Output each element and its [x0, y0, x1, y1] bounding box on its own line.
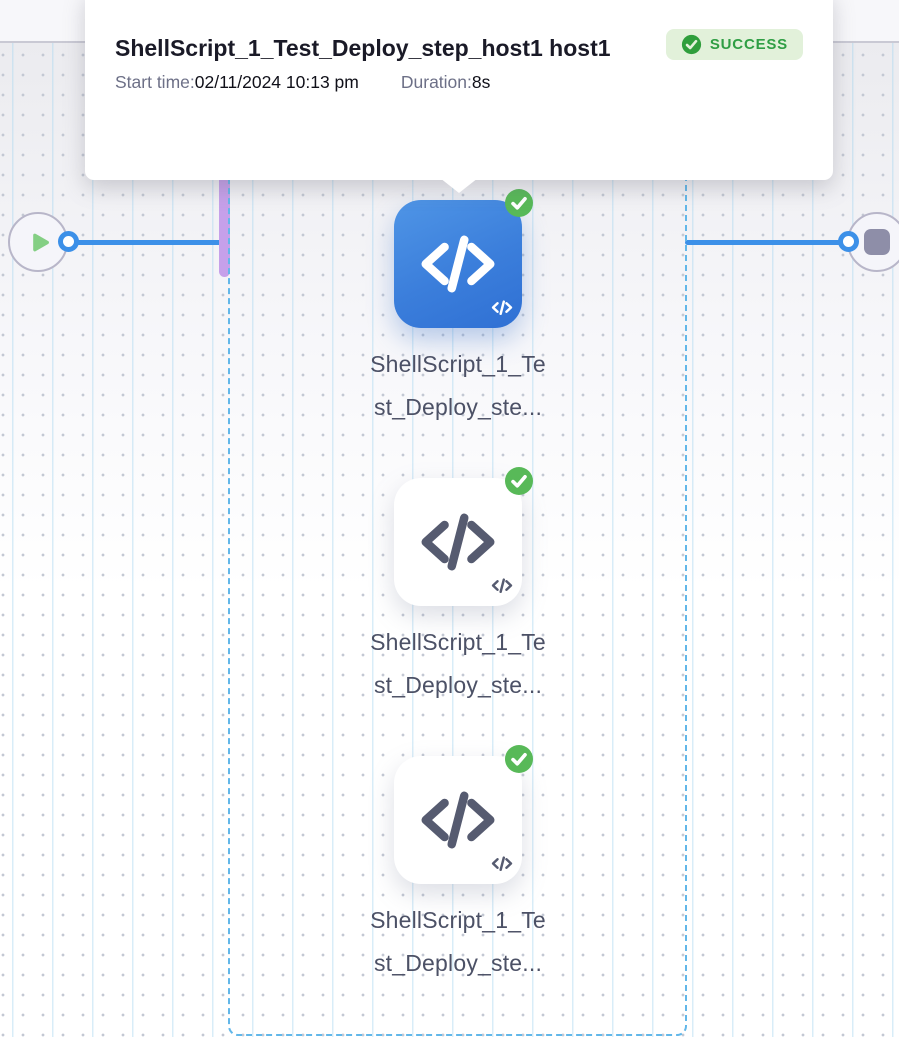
connector-port-end[interactable] [838, 231, 859, 252]
connector-port-start[interactable] [58, 231, 79, 252]
start-time-label: Start time: [115, 72, 195, 93]
status-badge-label: SUCCESS [710, 36, 788, 53]
step-label-line: st_Deploy_ste... [328, 664, 588, 707]
check-circle-icon [681, 34, 702, 55]
step-node-3[interactable] [394, 756, 522, 884]
code-icon [415, 499, 501, 585]
stop-icon [864, 229, 890, 255]
step-node-2[interactable] [394, 478, 522, 606]
step-label-line: ShellScript_1_Te [328, 899, 588, 942]
step-label-line: ShellScript_1_Te [328, 343, 588, 386]
step-tooltip-card: ShellScript_1_Test_Deploy_step_host1 hos… [85, 0, 833, 180]
duration-value: 8s [472, 72, 490, 93]
success-check-icon [505, 467, 533, 495]
step-node-3-label: ShellScript_1_Te st_Deploy_ste... [328, 899, 588, 985]
duration-label: Duration: [401, 72, 472, 93]
code-mini-icon [491, 299, 513, 321]
code-icon [415, 221, 501, 307]
step-node-1-label: ShellScript_1_Te st_Deploy_ste... [328, 343, 588, 429]
pipeline-execution-graph: ShellScript_1_Te st_Deploy_ste... [0, 0, 899, 1037]
step-node-1[interactable] [394, 200, 522, 328]
step-label-line: st_Deploy_ste... [328, 942, 588, 985]
play-icon [27, 229, 54, 256]
tooltip-meta-row: Start time: 02/11/2024 10:13 pm Duration… [115, 72, 803, 93]
code-mini-icon [491, 577, 513, 599]
link-start-to-stage [72, 240, 224, 245]
start-time-value: 02/11/2024 10:13 pm [195, 72, 359, 93]
success-check-icon [505, 745, 533, 773]
success-check-icon [505, 189, 533, 217]
step-label-line: st_Deploy_ste... [328, 386, 588, 429]
status-badge: SUCCESS [666, 29, 803, 60]
code-mini-icon [491, 855, 513, 877]
tooltip-arrow [440, 178, 478, 193]
step-label-line: ShellScript_1_Te [328, 621, 588, 664]
code-icon [415, 777, 501, 863]
step-node-2-label: ShellScript_1_Te st_Deploy_ste... [328, 621, 588, 707]
link-stage-to-end [685, 240, 845, 245]
tooltip-step-title: ShellScript_1_Test_Deploy_step_host1 hos… [115, 26, 620, 70]
